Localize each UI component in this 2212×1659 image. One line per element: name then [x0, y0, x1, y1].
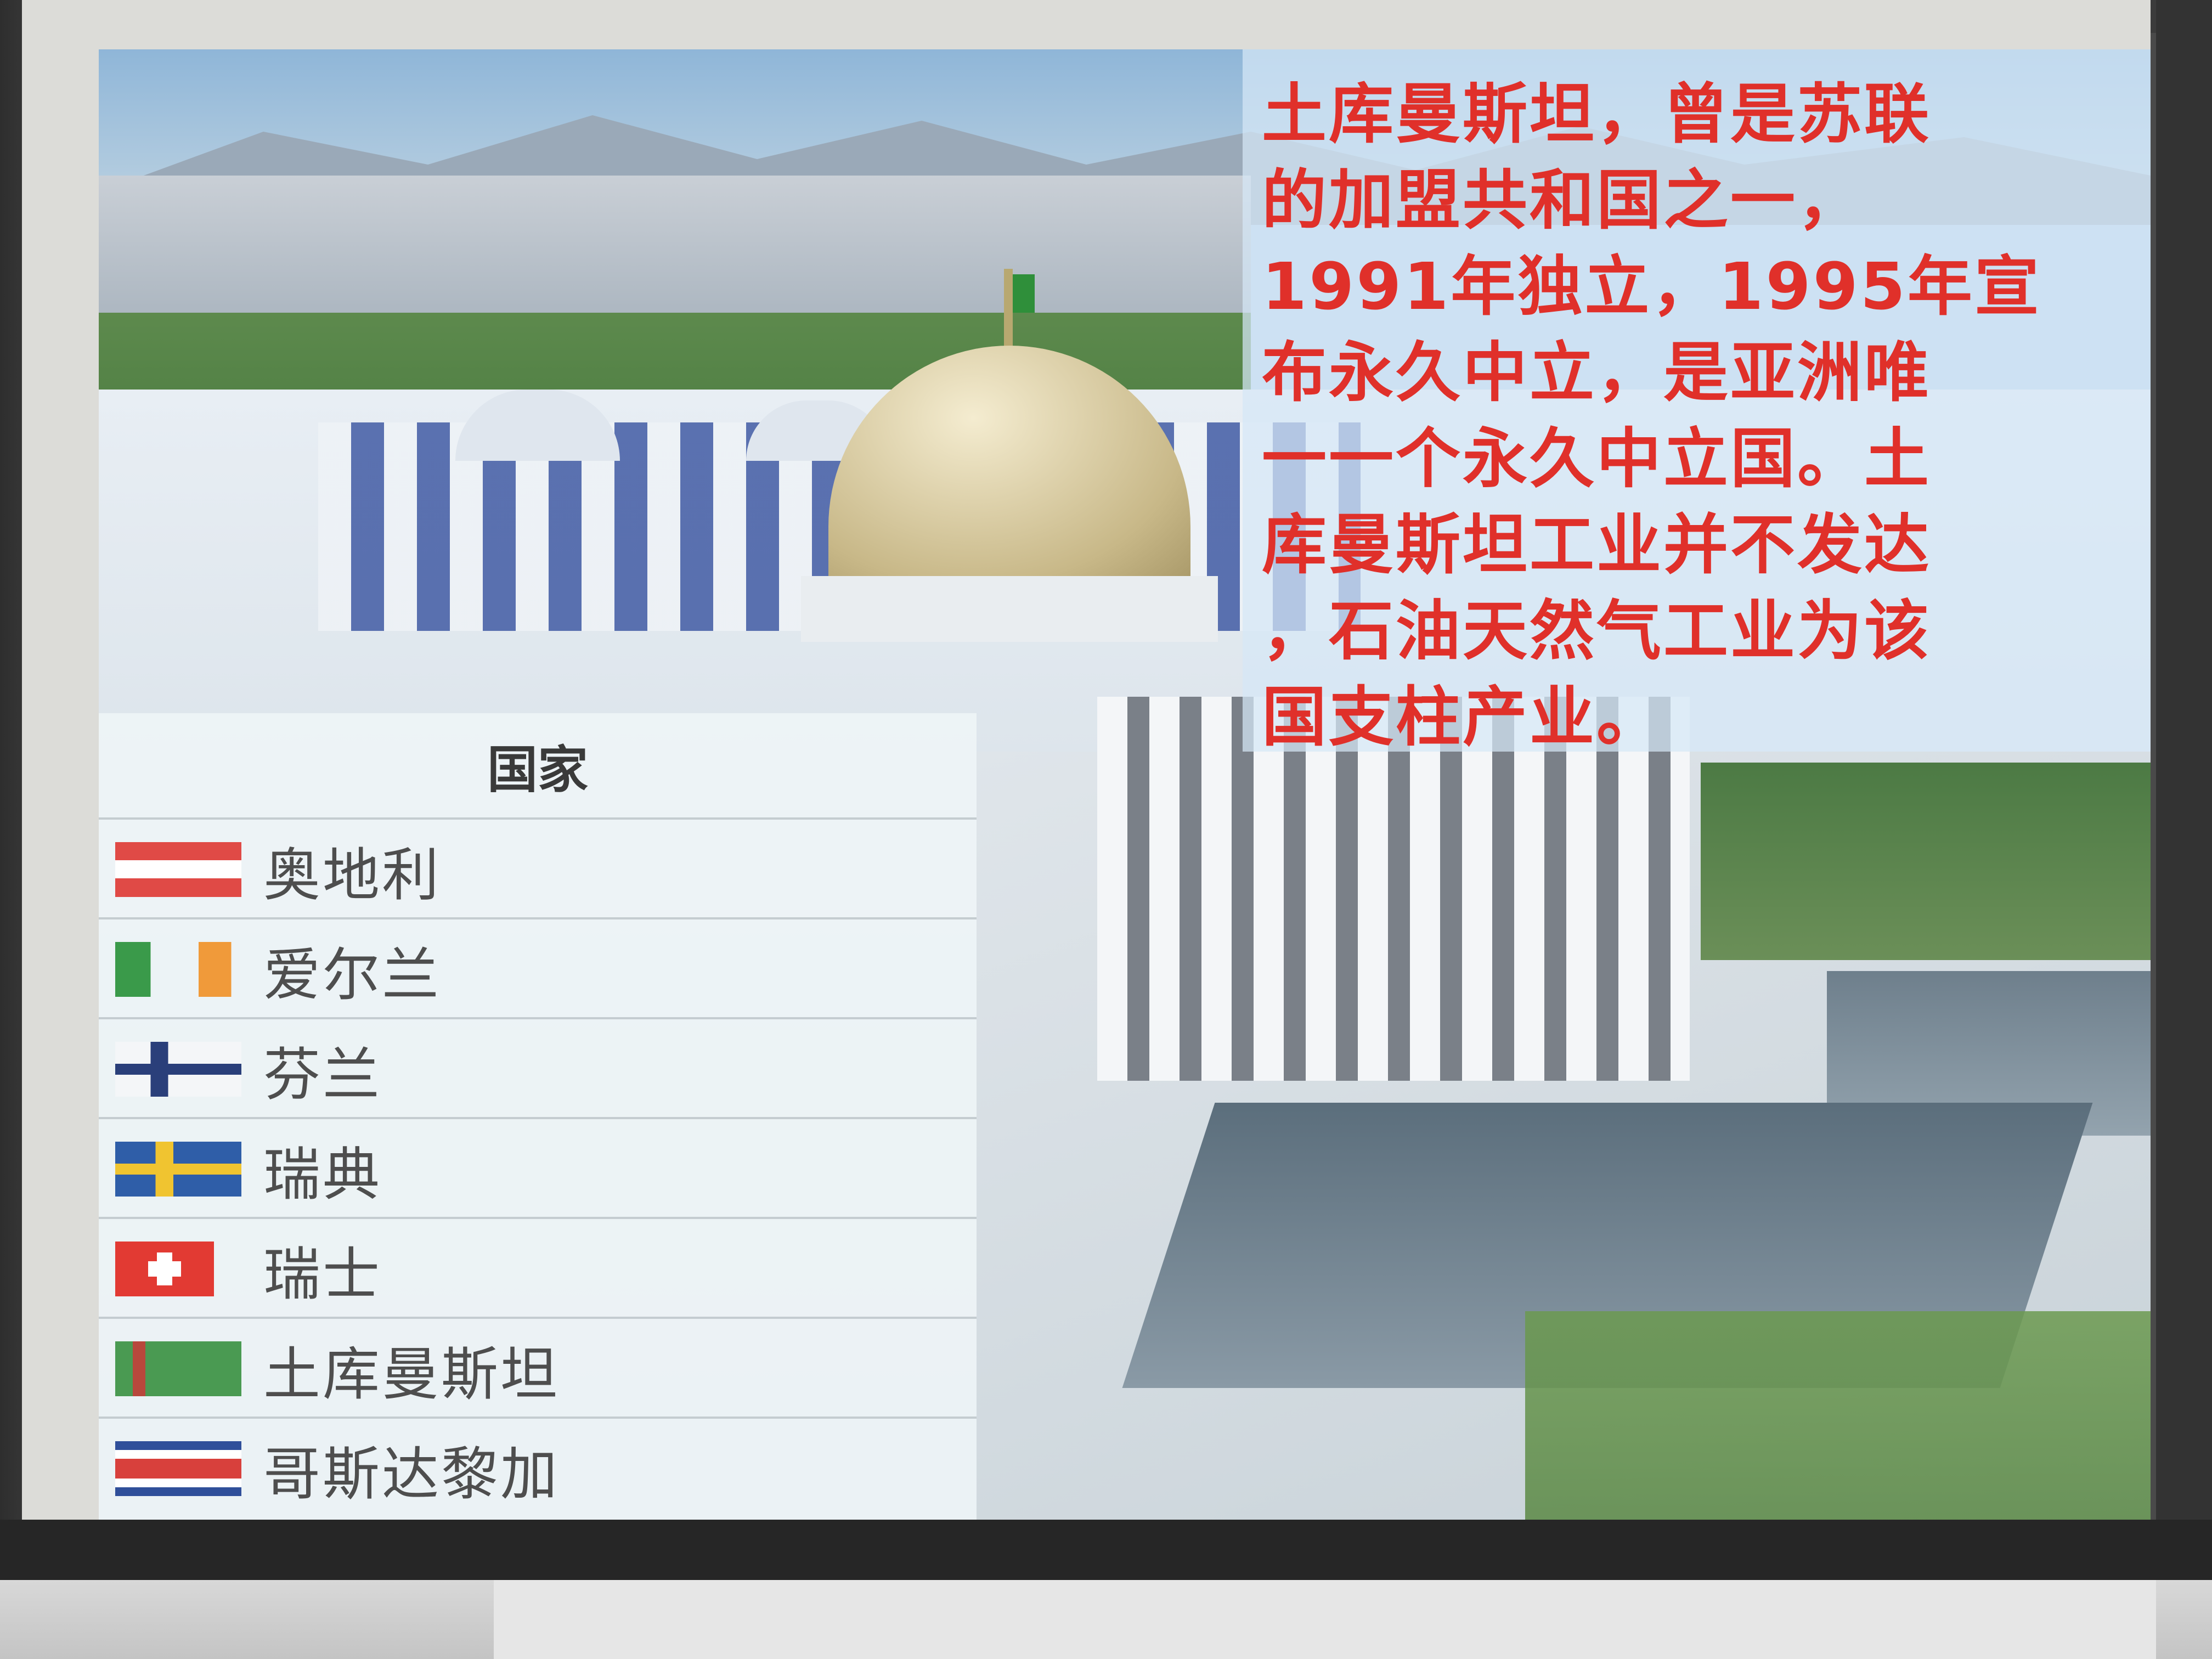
table-row: 奥地利	[99, 817, 977, 919]
screen-bottom-bar	[0, 1520, 2212, 1580]
text-line: 1991年独立，1995年宣	[1262, 249, 2041, 324]
dome-base	[801, 576, 1218, 642]
table-row: 芬兰	[99, 1017, 977, 1119]
table-row: 瑞士	[99, 1217, 977, 1319]
text-line: 土库曼斯坦，曾是苏联	[1262, 76, 1932, 152]
country-name: 瑞典	[263, 1141, 382, 1208]
lawn	[1525, 1311, 2151, 1520]
table-row: 土库曼斯坦	[99, 1317, 977, 1419]
presentation-slide: 土库曼斯坦，曾是苏联 的加盟共和国之一， 1991年独立，1995年宣 布永久中…	[99, 49, 2151, 1520]
wall-right	[2156, 0, 2212, 1659]
austria-flag	[115, 842, 241, 897]
turkmenistan-flag	[115, 1341, 241, 1396]
greenery	[1701, 763, 2151, 960]
text-line: 国支柱产业。	[1262, 679, 1664, 755]
description-text: 土库曼斯坦，曾是苏联 的加盟共和国之一， 1991年独立，1995年宣 布永久中…	[1262, 71, 2134, 760]
floor-panel	[494, 1580, 2156, 1659]
table-row: 哥斯达黎加	[99, 1417, 977, 1519]
country-name: 爱尔兰	[263, 941, 442, 1008]
finland-flag	[115, 1042, 241, 1097]
country-name: 土库曼斯坦	[263, 1340, 560, 1408]
costa-rica-flag	[115, 1441, 241, 1496]
text-line: 的加盟共和国之一，	[1262, 162, 1865, 238]
switzerland-flag	[115, 1242, 214, 1296]
table-row: 瑞典	[99, 1117, 977, 1219]
country-name: 瑞士	[263, 1240, 382, 1308]
text-line: 布永久中立，是亚洲唯	[1262, 335, 1932, 410]
rooftop-flag	[1013, 274, 1035, 313]
country-name: 奥地利	[263, 841, 442, 909]
table-header: 国家	[487, 740, 588, 799]
table-row: 爱尔兰	[99, 917, 977, 1019]
text-line: 一一个永久中立国。土	[1262, 421, 1932, 496]
country-table: 国家 奥地利 爱尔兰 芬兰 瑞典 瑞士 土库曼斯坦 哥斯达黎加	[99, 713, 977, 1520]
country-name: 芬兰	[263, 1041, 382, 1108]
text-line: ，石油天然气工业为该	[1262, 593, 1932, 669]
ireland-flag	[115, 942, 241, 997]
description-box: 土库曼斯坦，曾是苏联 的加盟共和国之一， 1991年独立，1995年宣 布永久中…	[1243, 49, 2151, 755]
dome-spire	[1004, 269, 1013, 351]
sweden-flag	[115, 1142, 241, 1197]
text-line: 库曼斯坦工业并不发达	[1262, 507, 1932, 583]
country-name: 哥斯达黎加	[263, 1440, 560, 1508]
